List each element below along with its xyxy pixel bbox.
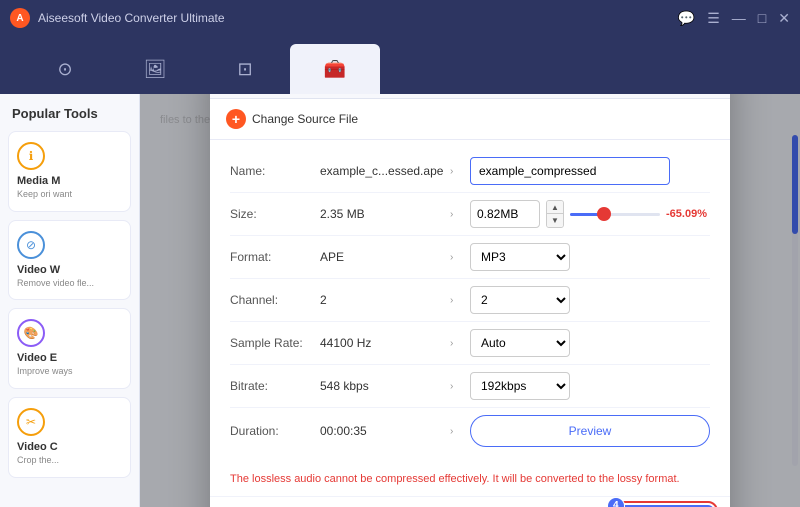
channel-control: 1 2 [470,286,710,314]
name-control [470,157,710,185]
size-input-group: ▲ ▼ -65.09% [470,200,711,228]
main-area: files to the seed 🔊 Audio Compressor ✕ [140,94,800,507]
menu-icon[interactable]: ☰ [707,10,720,27]
name-arrow: › [450,166,470,177]
audio-compressor-modal: 🔊 Audio Compressor ✕ + Change Source Fil… [210,94,730,507]
format-control: MP3 AAC OGG FLAC [470,243,710,271]
size-input[interactable] [470,200,540,228]
sidebar-item-video-w[interactable]: ⊘ Video W Remove video fle... [8,220,131,301]
channel-original: 2 [320,293,450,307]
video-c-desc: Crop the... [17,455,122,467]
merge-icon: ⊡ [237,59,252,80]
sidebar: Popular Tools ℹ Media M Keep ori want ⊘ … [0,94,140,507]
convert-icon: ⊙ [57,59,72,80]
sample-rate-original: 44100 Hz [320,336,450,350]
tools-icon: 🧰 [324,59,346,80]
size-slider-container: -65.09% [570,208,711,220]
duration-original: 00:00:35 [320,424,450,438]
channel-select[interactable]: 1 2 [470,286,570,314]
compress-badge: 4 [607,497,625,507]
nav-bar: ⊙ 🖼 ⊡ 🧰 [0,36,800,94]
format-label: Format: [230,250,320,264]
video-w-title: Video W [17,264,122,276]
app-title: Aiseesoft Video Converter Ultimate [38,11,678,25]
app-logo: A [10,8,30,28]
media-meta-title: Media M [17,175,122,187]
bitrate-control: 128kbps 192kbps 256kbps 320kbps [470,372,710,400]
sample-rate-control: Auto 44100 22050 [470,329,710,357]
bitrate-arrow: › [450,381,470,392]
size-up-button[interactable]: ▲ [547,201,563,214]
sidebar-item-video-e[interactable]: 🎨 Video E Improve ways [8,308,131,389]
content-area: Popular Tools ℹ Media M Keep ori want ⊘ … [0,94,800,507]
size-down-button[interactable]: ▼ [547,214,563,227]
size-original: 2.35 MB [320,207,450,221]
name-row: Name: example_c...essed.ape › [230,150,710,193]
video-e-icon: 🎨 [17,319,45,347]
size-label: Size: [230,207,320,221]
title-bar: A Aiseesoft Video Converter Ultimate 💬 ☰… [0,0,800,36]
name-original: example_c...essed.ape [320,164,450,178]
size-control: ▲ ▼ -65.09% [470,200,711,228]
toolbox-icon: 🖼 [144,59,167,80]
duration-row: Duration: 00:00:35 › Preview [230,408,710,454]
add-icon: + [226,109,246,129]
duration-arrow: › [450,426,470,437]
modal-overlay: 🔊 Audio Compressor ✕ + Change Source Fil… [140,94,800,507]
video-w-desc: Remove video fle... [17,278,122,290]
change-source-label: Change Source File [252,112,358,126]
preview-button[interactable]: Preview [470,415,710,447]
size-slider[interactable] [570,213,660,216]
bitrate-select[interactable]: 128kbps 192kbps 256kbps 320kbps [470,372,570,400]
sample-rate-arrow: › [450,338,470,349]
format-original: APE [320,250,450,264]
nav-tools[interactable]: 🧰 [290,44,380,94]
video-w-icon: ⊘ [17,231,45,259]
format-arrow: › [450,252,470,263]
video-e-desc: Improve ways [17,366,122,378]
form-area: Name: example_c...essed.ape › Size: 2.35… [210,140,730,464]
change-source-button[interactable]: + Change Source File [210,99,730,140]
slider-percentage: -65.09% [666,208,711,220]
nav-merge[interactable]: ⊡ [200,44,290,94]
name-input[interactable] [470,157,670,185]
name-label: Name: [230,164,320,178]
media-meta-icon: ℹ [17,142,45,170]
size-row: Size: 2.35 MB › ▲ ▼ [230,193,710,236]
format-select[interactable]: MP3 AAC OGG FLAC [470,243,570,271]
sample-rate-label: Sample Rate: [230,336,320,350]
channel-row: Channel: 2 › 1 2 [230,279,710,322]
bitrate-row: Bitrate: 548 kbps › 128kbps 192kbps 256k… [230,365,710,408]
window-controls: 💬 ☰ — □ ✕ [678,10,790,27]
sample-rate-row: Sample Rate: 44100 Hz › Auto 44100 22050 [230,322,710,365]
video-e-title: Video E [17,352,122,364]
sidebar-item-video-c[interactable]: ✂ Video C Crop the... [8,397,131,478]
channel-label: Channel: [230,293,320,307]
nav-toolbox[interactable]: 🖼 [110,44,200,94]
channel-arrow: › [450,295,470,306]
sidebar-title: Popular Tools [8,106,131,121]
minimize-icon[interactable]: — [732,10,746,27]
close-window-icon[interactable]: ✕ [778,10,790,27]
sample-rate-select[interactable]: Auto 44100 22050 [470,329,570,357]
media-meta-desc: Keep ori want [17,189,122,201]
bitrate-original: 548 kbps [320,379,450,393]
warning-text: The lossless audio cannot be compressed … [210,464,730,495]
video-c-title: Video C [17,441,122,453]
chat-icon[interactable]: 💬 [678,10,695,27]
video-c-icon: ✂ [17,408,45,436]
size-arrow: › [450,209,470,220]
format-row: Format: APE › MP3 AAC OGG FLAC [230,236,710,279]
duration-control: Preview [470,415,710,447]
sidebar-item-media-meta[interactable]: ℹ Media M Keep ori want [8,131,131,212]
size-spinner[interactable]: ▲ ▼ [546,200,564,228]
nav-convert[interactable]: ⊙ [20,44,110,94]
maximize-icon[interactable]: □ [758,10,766,27]
save-area: Save to: ... 📁 4 Compress [210,496,730,507]
duration-label: Duration: [230,424,320,438]
app-container: ⊙ 🖼 ⊡ 🧰 Popular Tools ℹ Media M Keep ori… [0,36,800,507]
bitrate-label: Bitrate: [230,379,320,393]
